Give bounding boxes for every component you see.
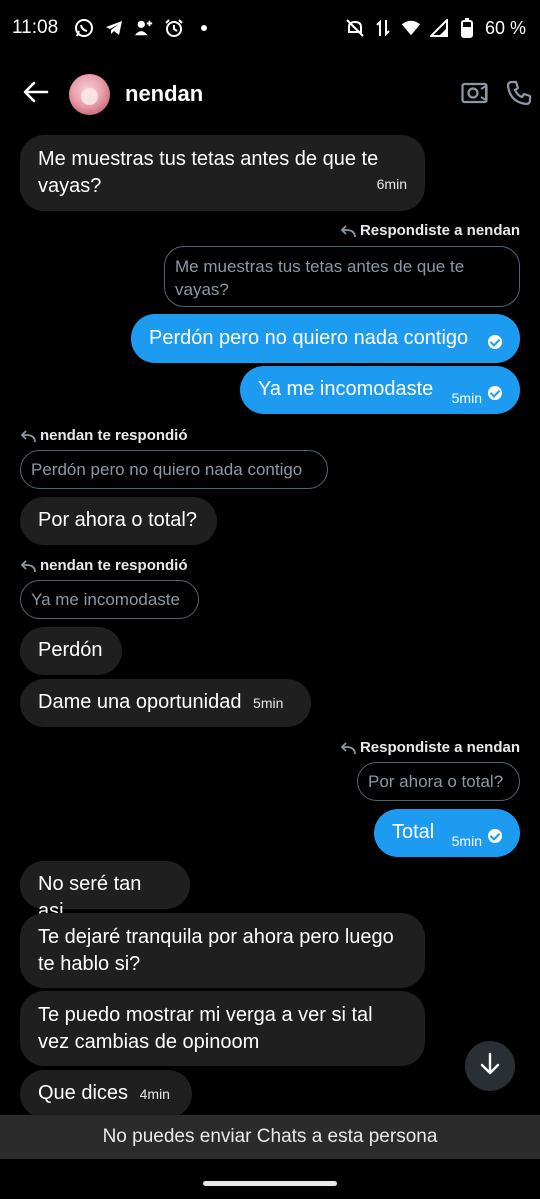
message-time: 5min [253,695,284,711]
message-time: 5min [451,390,482,406]
back-arrow-icon [23,81,49,108]
quoted-message[interactable]: Perdón pero no quiero nada contigo [20,450,328,489]
avatar[interactable] [69,74,110,115]
message-text: Perdón [38,639,103,661]
incoming-message[interactable]: Te dejaré tranquila por ahora pero luego… [20,913,425,988]
outgoing-message[interactable]: Ya me incomodaste 5min [240,366,520,414]
contact-name[interactable]: nendan [125,81,203,107]
quoted-text: Me muestras tus tetas antes de que te va… [175,257,465,299]
status-time: 11:08 [12,17,59,38]
reply-arrow-icon [20,429,36,443]
data-arrows-icon [373,18,393,38]
whatsapp-icon [74,18,94,38]
reply-context-label: nendan te respondió [20,557,188,574]
signal-icon [429,18,449,38]
reply-context-label: Respondiste a nendan [340,739,520,756]
message-text: Te puedo mostrar mi verga a ver si tal v… [38,1004,373,1053]
message-text: Me muestras tus tetas antes de que te va… [38,148,379,197]
reply-label-text: nendan te respondió [40,427,188,444]
wifi-icon [401,18,421,38]
incoming-message[interactable]: Me muestras tus tetas antes de que te va… [20,135,425,211]
message-time: 5min [451,833,482,849]
outgoing-message[interactable]: Perdón pero no quiero nada contigo [131,314,520,363]
message-text: Te dejaré tranquila por ahora pero luego… [38,926,394,975]
arrow-down-icon [479,1052,501,1081]
add-person-icon [134,18,154,38]
read-check-icon [488,386,502,400]
reply-arrow-icon [340,224,356,238]
video-camera-icon[interactable] [461,81,489,105]
read-check-icon [488,829,502,843]
dot-icon [194,18,214,38]
home-indicator[interactable] [203,1181,337,1186]
quoted-text: Perdón pero no quiero nada contigo [31,460,303,479]
status-bar: 11:08 60 % [0,0,540,56]
incoming-message[interactable]: Dame una oportunidad 5min [20,679,311,727]
message-text: Total [392,821,435,843]
quoted-message[interactable]: Por ahora o total? [357,762,520,801]
quoted-text: Ya me incomodaste [31,590,180,609]
message-text: Que dices [38,1082,129,1104]
reply-label-text: Respondiste a nendan [359,222,520,239]
message-text: Ya me incomodaste [258,378,434,400]
phone-icon[interactable] [506,80,532,106]
reply-context-label: nendan te respondió [20,427,188,444]
incoming-message[interactable]: Te puedo mostrar mi verga a ver si tal v… [20,991,425,1066]
message-time: 4min [139,1086,170,1102]
mute-icon [345,18,365,38]
battery-percentage: 60 % [484,17,526,38]
telegram-icon [104,18,124,38]
quoted-text: Por ahora o total? [368,772,504,791]
message-text: Por ahora o total? [38,509,197,531]
battery-icon [457,18,477,38]
reply-arrow-icon [20,559,36,573]
message-text: Dame una oportunidad [38,691,242,713]
quoted-message[interactable]: Ya me incomodaste [20,580,199,619]
incoming-message[interactable]: No seré tan asi [20,861,190,922]
scroll-to-bottom-button[interactable] [465,1041,515,1091]
read-check-icon [488,335,502,349]
incoming-message[interactable]: Que dices 4min [20,1070,192,1118]
reply-label-text: nendan te respondió [40,557,188,574]
notice-text: No puedes enviar Chats a esta persona [102,1126,438,1147]
cannot-send-notice: No puedes enviar Chats a esta persona [0,1115,540,1159]
reply-context-label: Respondiste a nendan [340,222,520,239]
reply-label-text: Respondiste a nendan [359,739,520,756]
alarm-icon [164,18,184,38]
incoming-message[interactable]: Por ahora o total? [20,497,217,545]
message-text: Perdón pero no quiero nada contigo [149,327,469,349]
back-button[interactable] [20,78,52,110]
chat-header: nendan [0,64,540,124]
quoted-message[interactable]: Me muestras tus tetas antes de que te va… [164,246,520,307]
outgoing-message[interactable]: Total 5min [374,809,520,857]
incoming-message[interactable]: Perdón [20,627,122,675]
message-time: 6min [376,176,407,192]
reply-arrow-icon [340,741,356,755]
